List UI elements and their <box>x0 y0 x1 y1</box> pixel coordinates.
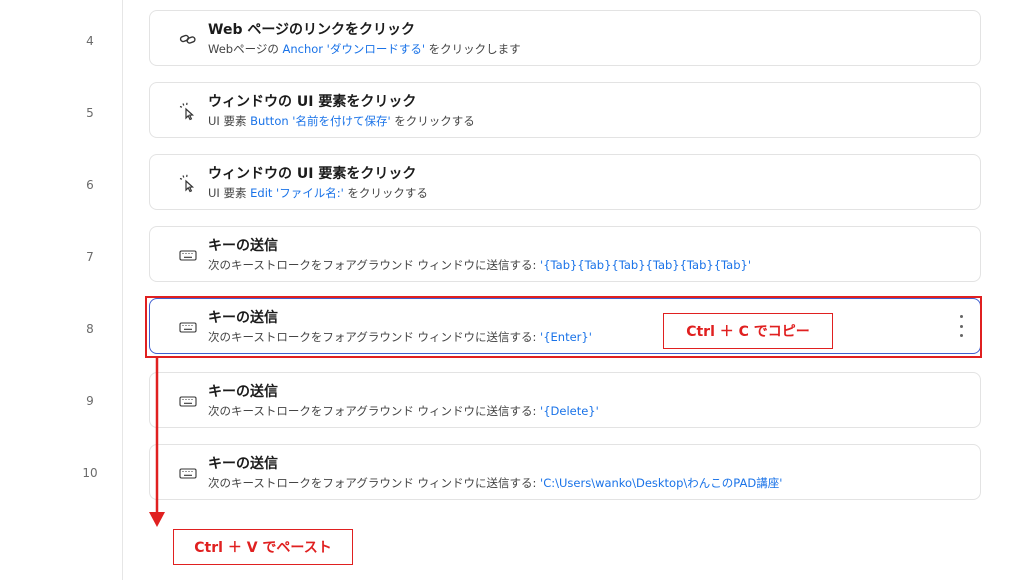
paste-arrow <box>149 358 165 527</box>
paste-callout: Ctrl ＋ V でペースト <box>173 529 353 565</box>
